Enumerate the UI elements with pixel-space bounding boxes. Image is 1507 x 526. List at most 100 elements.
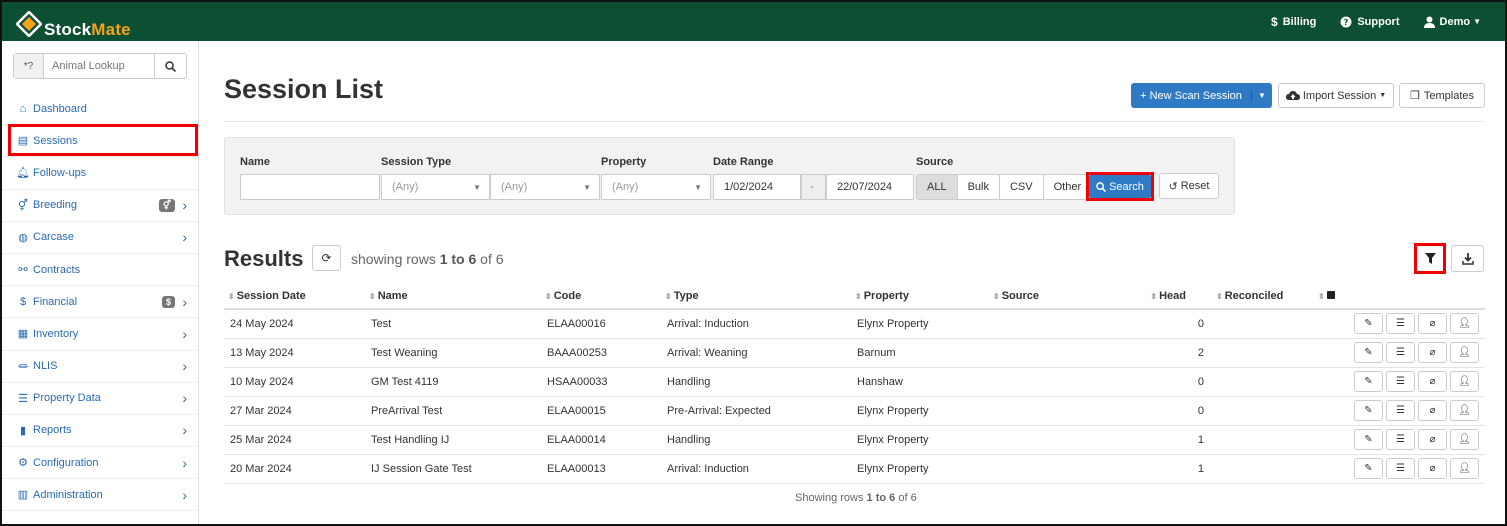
assign-user-icon: 👤︎ xyxy=(1458,463,1471,474)
sidebar-item-inventory[interactable]: ▦ Inventory › xyxy=(2,318,199,351)
cell-source xyxy=(989,338,1114,368)
sidebar-item-breeding[interactable]: ⚥ Breeding ⚥ › xyxy=(2,190,199,222)
caret-down-icon[interactable]: ▼ xyxy=(1252,91,1272,100)
col-name[interactable]: ⬍ Name xyxy=(365,284,541,310)
settings-icon: ☰ xyxy=(1396,405,1405,416)
sidebar-item-follow-ups[interactable]: 🔔︎ Follow-ups xyxy=(2,157,199,190)
sidebar-item-nlis[interactable]: ⏛ NLIS › xyxy=(2,351,199,383)
new-scan-session-button[interactable]: + New Scan Session ▼ xyxy=(1131,83,1272,108)
col-source[interactable]: ⬍ Source xyxy=(989,284,1114,310)
sidebar-item-administration[interactable]: ▥ Administration › xyxy=(2,479,199,512)
settings-button[interactable]: ☰ xyxy=(1386,342,1415,363)
col-notes[interactable]: ⬍ xyxy=(1314,284,1485,310)
user-menu[interactable]: Demo ▼ xyxy=(1423,16,1481,28)
table-row[interactable]: 24 May 2024 Test ELAA00016 Arrival: Inducti… xyxy=(224,309,1485,339)
download-button[interactable] xyxy=(1451,245,1484,272)
col-code[interactable]: ⬍ Code xyxy=(541,284,661,310)
edit-button[interactable]: ✎ xyxy=(1354,371,1383,392)
sidebar-item-financial[interactable]: $ Financial $ › xyxy=(2,286,199,319)
settings-button[interactable]: ☰ xyxy=(1386,313,1415,335)
col-head[interactable]: ⬍ Head xyxy=(1114,284,1212,310)
attachment-button[interactable]: ⌀ xyxy=(1418,342,1447,363)
assign-user-button[interactable]: 👤︎ xyxy=(1450,400,1479,421)
assign-user-icon: 👤︎ xyxy=(1458,376,1471,387)
col-reconciled[interactable]: ⬍ Reconciled xyxy=(1212,284,1314,310)
templates-button[interactable]: ❐ Templates xyxy=(1399,83,1485,108)
col-session-date[interactable]: ⬍ Session Date xyxy=(224,284,365,310)
app-logo[interactable]: StockMate xyxy=(16,8,131,40)
settings-button[interactable]: ☰ xyxy=(1386,371,1415,392)
table-header-row: ⬍ Session Date ⬍ Name ⬍ Code ⬍ Type ⬍ Propert… xyxy=(224,284,1485,310)
import-session-button[interactable]: Import Session ▼ xyxy=(1278,83,1394,108)
source-csv-button[interactable]: CSV xyxy=(1000,175,1044,199)
search-button[interactable]: Search xyxy=(1089,175,1151,198)
assign-user-button[interactable]: 👤︎ xyxy=(1450,429,1479,450)
caret-down-icon: ▼ xyxy=(694,182,702,192)
sort-icon: ⬍ xyxy=(228,292,235,301)
table-row[interactable]: 25 Mar 2024 Test Handling IJ ELAA00014 Hand… xyxy=(224,425,1485,455)
edit-icon: ✎ xyxy=(1364,463,1373,474)
divider xyxy=(224,121,1484,122)
wildcard-prefix[interactable]: *? xyxy=(14,54,44,78)
table-row[interactable]: 27 Mar 2024 PreArrival Test ELAA00015 Pre-A… xyxy=(224,396,1485,426)
edit-button[interactable]: ✎ xyxy=(1354,429,1383,450)
settings-button[interactable]: ☰ xyxy=(1386,458,1415,479)
filter-panel: Name Session Type (Any) ▼ (Any) ▼ Property… xyxy=(224,137,1235,215)
sidebar-item-carcase[interactable]: ◍ Carcase › xyxy=(2,222,199,254)
sidebar-item-dashboard[interactable]: ⌂ Dashboard xyxy=(2,93,199,126)
assign-user-button[interactable]: 👤︎ xyxy=(1450,342,1479,363)
billing-link[interactable]: $ Billing xyxy=(1271,15,1316,29)
breeding-badge: ⚥ xyxy=(158,198,175,212)
session-subtype-select[interactable]: (Any) ▼ xyxy=(490,174,600,200)
session-type-select[interactable]: (Any) ▼ xyxy=(381,174,490,200)
attachment-button[interactable]: ⌀ xyxy=(1418,458,1447,479)
cell-property: Barnum xyxy=(851,338,989,368)
sidebar: *? ⌂Dashboard ▤Sessions 🔔︎Follow-ups ⚥Br… xyxy=(2,41,199,524)
edit-button[interactable]: ✎ xyxy=(1354,342,1383,363)
source-all-button[interactable]: ALL xyxy=(917,175,958,199)
assign-user-button[interactable]: 👤︎ xyxy=(1450,313,1479,335)
assign-user-button[interactable]: 👤︎ xyxy=(1450,458,1479,479)
attachment-button[interactable]: ⌀ xyxy=(1418,400,1447,421)
date-from-input[interactable]: 1/02/2024 xyxy=(713,174,801,200)
chevron-right-icon: › xyxy=(182,358,187,375)
date-to-input[interactable]: 22/07/2024 xyxy=(826,174,914,200)
refresh-button[interactable]: ⟳ xyxy=(312,245,341,271)
animal-lookup-input[interactable] xyxy=(44,54,154,78)
attachment-button[interactable]: ⌀ xyxy=(1418,313,1447,335)
source-other-button[interactable]: Other xyxy=(1044,175,1092,199)
edit-button[interactable]: ✎ xyxy=(1354,313,1383,335)
sidebar-item-reports[interactable]: ▮ Reports › xyxy=(2,415,199,448)
assign-user-button[interactable]: 👤︎ xyxy=(1450,371,1479,392)
sidebar-item-property-data[interactable]: ☰ Property Data › xyxy=(2,383,199,415)
table-row[interactable]: 13 May 2024 Test Weaning BAAA00253 Arrival:… xyxy=(224,338,1485,368)
property-select[interactable]: (Any) ▼ xyxy=(601,174,711,200)
page-title: Session List xyxy=(224,74,384,104)
col-property[interactable]: ⬍ Property xyxy=(851,284,989,310)
building-icon: ▥ xyxy=(17,489,29,502)
lookup-search-button[interactable] xyxy=(154,54,186,78)
edit-button[interactable]: ✎ xyxy=(1354,400,1383,421)
cell-code: ELAA00013 xyxy=(541,454,661,484)
table-row[interactable]: 10 May 2024 GM Test 4119 HSAA00033 Handling… xyxy=(224,367,1485,397)
cell-head: 2 xyxy=(1114,338,1212,368)
name-input[interactable] xyxy=(240,174,380,200)
top-navbar: StockMate $ Billing ? Support Demo ▼ xyxy=(2,2,1505,41)
sidebar-item-configuration[interactable]: ⚙ Configuration › xyxy=(2,447,199,480)
reset-button[interactable]: ↺ Reset xyxy=(1159,173,1219,199)
cell-reconciled xyxy=(1212,338,1314,368)
sort-icon: ⬍ xyxy=(1216,292,1223,301)
attachment-button[interactable]: ⌀ xyxy=(1418,371,1447,392)
table-row[interactable]: 20 Mar 2024 IJ Session Gate Test ELAA00013… xyxy=(224,454,1485,484)
settings-button[interactable]: ☰ xyxy=(1386,429,1415,450)
sidebar-item-contracts[interactable]: ⚯ Contracts xyxy=(2,254,199,287)
edit-button[interactable]: ✎ xyxy=(1354,458,1383,479)
source-bulk-button[interactable]: Bulk xyxy=(958,175,1000,199)
settings-button[interactable]: ☰ xyxy=(1386,400,1415,421)
search-icon xyxy=(1096,181,1107,192)
attachment-button[interactable]: ⌀ xyxy=(1418,429,1447,450)
filter-button[interactable] xyxy=(1414,243,1446,274)
col-type[interactable]: ⬍ Type xyxy=(661,284,851,310)
edit-icon: ✎ xyxy=(1364,318,1373,330)
support-link[interactable]: ? Support xyxy=(1340,16,1400,28)
